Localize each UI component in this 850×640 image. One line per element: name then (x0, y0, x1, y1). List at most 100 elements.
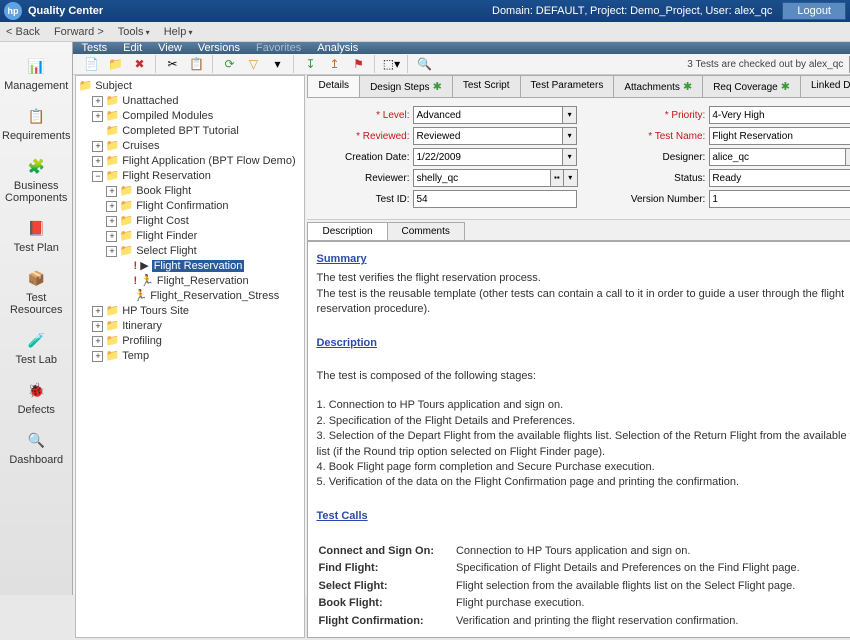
expand-icon[interactable]: + (92, 96, 103, 107)
menu-analysis[interactable]: Analysis (317, 42, 358, 54)
tree-node[interactable]: +📁Temp (78, 348, 302, 363)
test-name-field[interactable] (709, 127, 850, 145)
filter-icon[interactable]: ▽ (243, 54, 263, 74)
delete-icon[interactable]: ✖ (129, 54, 149, 74)
tree-node[interactable]: −📁Flight Reservation (78, 168, 302, 183)
expand-icon[interactable]: + (92, 156, 103, 167)
new-folder-icon[interactable]: 📁 (105, 54, 125, 74)
expand-icon[interactable]: + (106, 186, 117, 197)
creation-date-field[interactable] (413, 148, 562, 166)
tools-menu[interactable]: Tools (118, 26, 150, 38)
tree-node[interactable]: +📁Book Flight (78, 183, 302, 198)
test-call-row: Find Flight:Specification of Flight Deta… (318, 561, 799, 576)
expand-icon[interactable]: + (106, 246, 117, 257)
module-sidebar: 📊Management📋Requirements🧩Business Compon… (0, 42, 73, 595)
tab-test-script[interactable]: Test Script (452, 75, 521, 97)
refresh-icon[interactable]: ⟳ (219, 54, 239, 74)
tree-node[interactable]: +📁Select Flight (78, 243, 302, 258)
id-icon[interactable]: ⬚▾ (381, 54, 401, 74)
tree-node[interactable]: +📁Itinerary (78, 318, 302, 333)
description-subtabs: DescriptionComments (307, 222, 850, 241)
tab-req-coverage[interactable]: Req Coverage ✱ (702, 75, 801, 97)
reviewed-dropdown-icon[interactable]: ▾ (563, 127, 578, 145)
tree-node[interactable]: +📁HP Tours Site (78, 303, 302, 318)
tree-node[interactable]: +📁Profiling (78, 333, 302, 348)
reviewer-dropdown-icon[interactable]: ▾ (564, 169, 577, 187)
expand-icon[interactable]: + (106, 201, 117, 212)
sidebar-item-management[interactable]: 📊Management (0, 48, 72, 98)
tree-node[interactable]: 📁Completed BPT Tutorial (78, 123, 302, 138)
version-number-field[interactable] (709, 190, 850, 208)
sidebar-item-defects[interactable]: 🐞Defects (0, 372, 72, 422)
level-dropdown-icon[interactable]: ▾ (563, 106, 578, 124)
checkout-status: 3 Tests are checked out by alex_qc (687, 59, 843, 70)
expand-icon[interactable]: + (106, 231, 117, 242)
sort-asc-icon[interactable]: ↧ (300, 54, 320, 74)
designer-browse-icon[interactable]: ▪▪ (846, 148, 850, 166)
new-test-icon[interactable]: 📄 (81, 54, 101, 74)
node-icon: 📁 (119, 185, 133, 197)
expand-icon[interactable]: + (92, 351, 103, 362)
tree-node[interactable]: +📁Compiled Modules (78, 108, 302, 123)
priority-field[interactable] (709, 106, 850, 124)
menu-tests[interactable]: Tests (81, 42, 107, 54)
sort-desc-icon[interactable]: ↥ (324, 54, 344, 74)
menu-view[interactable]: View (158, 42, 182, 54)
cut-icon[interactable]: ✂ (162, 54, 182, 74)
header-context: Domain: DEFAULT, Project: Demo_Project, … (492, 5, 772, 17)
flag-icon[interactable]: ⚑ (348, 54, 368, 74)
tree-node[interactable]: +📁Flight Cost (78, 213, 302, 228)
menu-edit[interactable]: Edit (123, 42, 142, 54)
tree-root[interactable]: 📁Subject (78, 78, 302, 93)
expand-icon[interactable]: + (92, 141, 103, 152)
reviewed-field[interactable] (413, 127, 562, 145)
designer-field[interactable] (709, 148, 846, 166)
tree-node[interactable]: +📁Unattached (78, 93, 302, 108)
tree-node[interactable]: +📁Flight Application (BPT Flow Demo) (78, 153, 302, 168)
back-button[interactable]: < Back (6, 26, 40, 38)
test-id-field[interactable] (413, 190, 577, 208)
reviewer-field[interactable] (413, 169, 550, 187)
tab-details[interactable]: Details (307, 75, 360, 97)
node-icon: 📁 (105, 350, 119, 362)
forward-button[interactable]: Forward > (54, 26, 104, 38)
menu-versions[interactable]: Versions (198, 42, 240, 54)
sidebar-item-dashboard[interactable]: 🔍Dashboard (0, 422, 72, 472)
help-menu[interactable]: Help (164, 26, 193, 38)
module-icon: 📕 (24, 216, 48, 240)
date-dropdown-icon[interactable]: ▾ (563, 148, 578, 166)
subtab-description[interactable]: Description (307, 222, 387, 240)
sidebar-item-test-lab[interactable]: 🧪Test Lab (0, 322, 72, 372)
node-icon: 🏃 (133, 290, 147, 302)
reviewer-browse-icon[interactable]: ▪▪ (551, 169, 564, 187)
expand-icon[interactable]: + (92, 321, 103, 332)
tree-node[interactable]: ! ▶Flight Reservation (78, 258, 302, 273)
logout-button[interactable]: Logout (782, 2, 846, 20)
tab-attachments[interactable]: Attachments ✱ (613, 75, 703, 97)
menu-favorites[interactable]: Favorites (256, 42, 301, 54)
description-editor[interactable]: Summary The test verifies the flight res… (308, 242, 850, 637)
paste-icon[interactable]: 📋 (186, 54, 206, 74)
expand-icon[interactable]: + (92, 111, 103, 122)
expand-icon[interactable]: + (92, 336, 103, 347)
level-field[interactable] (413, 106, 562, 124)
sidebar-item-business-components[interactable]: 🧩Business Components (0, 148, 72, 210)
tree-node[interactable]: ! 🏃Flight_Reservation (78, 273, 302, 288)
expand-icon[interactable]: + (92, 306, 103, 317)
tree-node[interactable]: +📁Flight Confirmation (78, 198, 302, 213)
sidebar-item-test-resources[interactable]: 📦Test Resources (0, 260, 72, 322)
expand-icon[interactable]: − (92, 171, 103, 182)
search-icon[interactable]: 🔍 (414, 54, 434, 74)
dropdown-icon[interactable]: ▾ (267, 54, 287, 74)
tab-design-steps[interactable]: Design Steps ✱ (359, 75, 453, 97)
tree-node[interactable]: 🏃Flight_Reservation_Stress (78, 288, 302, 303)
tree-node[interactable]: +📁Cruises (78, 138, 302, 153)
tab-linked-defects[interactable]: Linked Defects (800, 75, 850, 97)
tab-test-parameters[interactable]: Test Parameters (520, 75, 615, 97)
status-field[interactable] (709, 169, 850, 187)
subtab-comments[interactable]: Comments (387, 222, 465, 240)
expand-icon[interactable]: + (106, 216, 117, 227)
tree-node[interactable]: +📁Flight Finder (78, 228, 302, 243)
sidebar-item-requirements[interactable]: 📋Requirements (0, 98, 72, 148)
sidebar-item-test-plan[interactable]: 📕Test Plan (0, 210, 72, 260)
